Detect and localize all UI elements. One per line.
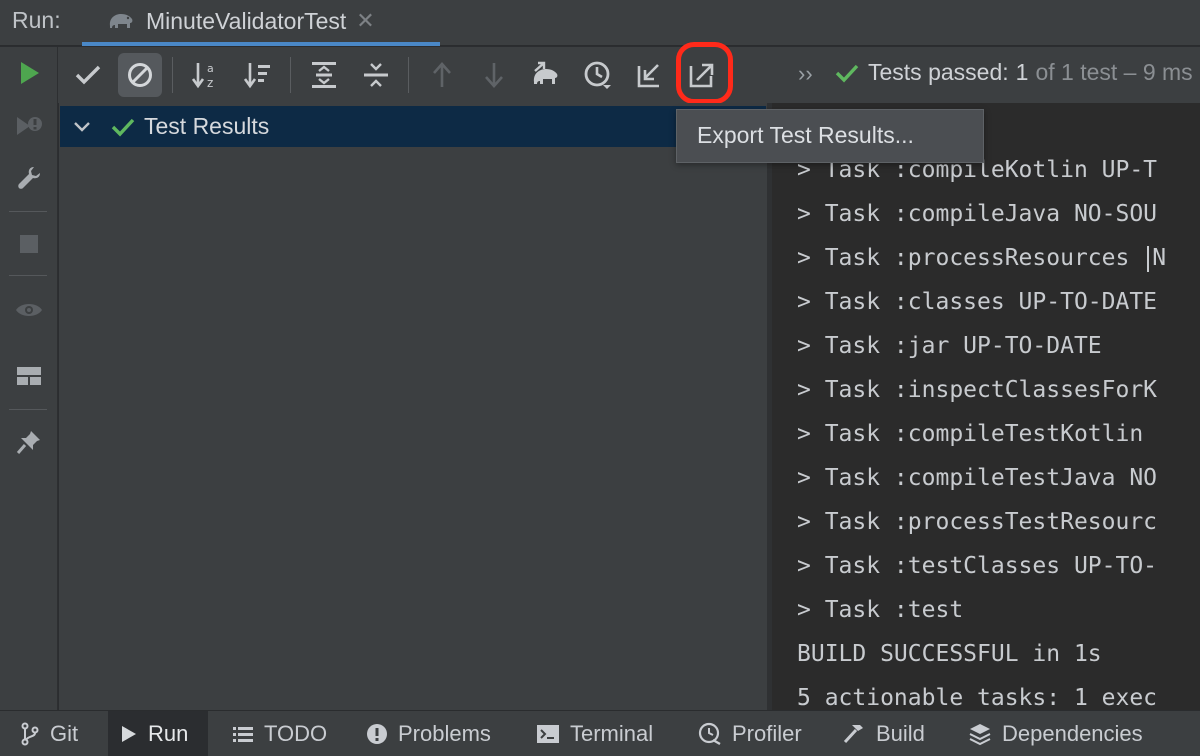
- tab-dependencies-label: Dependencies: [1002, 721, 1143, 746]
- tab-git[interactable]: Git: [8, 711, 90, 756]
- passed-check-icon: [110, 116, 136, 138]
- rerun-failed-icon[interactable]: [8, 105, 50, 147]
- sort-az-icon: az: [191, 60, 221, 90]
- svg-text:a: a: [207, 62, 214, 75]
- expand-all-icon: [310, 60, 338, 90]
- profiler-icon: [698, 722, 732, 746]
- close-icon[interactable]: ✕: [356, 8, 374, 34]
- export-test-results-tooltip: Export Test Results...: [676, 109, 984, 163]
- test-tree-panel: Test Results: [59, 103, 767, 710]
- tab-problems[interactable]: Problems: [354, 711, 503, 756]
- console-line: > Task :compileTestJava NO: [797, 465, 1158, 491]
- run-label: Run:: [12, 7, 61, 33]
- arrow-up-icon: [431, 61, 453, 89]
- tab-terminal-label: Terminal: [570, 721, 654, 746]
- previous-failed-button[interactable]: [420, 53, 464, 97]
- clock-icon: [582, 59, 614, 91]
- arrow-down-icon: [483, 61, 505, 89]
- run-tab-minute-validator-test[interactable]: MinuteValidatorTest ✕: [82, 0, 440, 46]
- wrench-icon[interactable]: [8, 157, 50, 199]
- tab-build-label: Build: [876, 721, 925, 746]
- sort-duration-icon: [243, 60, 273, 90]
- import-gradle-results-button[interactable]: [524, 53, 568, 97]
- test-runner-toolbar: az ›› Tests passed: 1 of 1 test – 9 ms: [58, 47, 1200, 103]
- pin-icon[interactable]: [8, 421, 50, 463]
- sort-by-duration-button[interactable]: [236, 53, 280, 97]
- import-tests-button[interactable]: [628, 53, 672, 97]
- terminal-icon: [536, 724, 570, 744]
- run-icon: [120, 724, 148, 744]
- tab-git-label: Git: [50, 721, 79, 746]
- collapse-all-button[interactable]: [354, 53, 398, 97]
- test-status-summary: Tests passed: 1 of 1 test – 9 ms: [834, 59, 1193, 86]
- tab-todo-label: TODO: [264, 721, 328, 746]
- tab-problems-label: Problems: [398, 721, 491, 746]
- show-passed-button[interactable]: [66, 53, 110, 97]
- console-line: 5 actionable tasks: 1 exec: [797, 685, 1158, 710]
- console-line: > Task :jar UP-TO-DATE: [797, 333, 1102, 359]
- rerun-icon[interactable]: [8, 52, 50, 94]
- tab-profiler-label: Profiler: [732, 721, 802, 746]
- run-tab-bar: Run: MinuteValidatorTest ✕: [0, 0, 1200, 46]
- tool-window-bar: Git Run TODO Problems Terminal Profiler …: [0, 710, 1200, 756]
- svg-text:z: z: [207, 76, 213, 90]
- tests-passed-detail: of 1 test – 9 ms: [1035, 59, 1193, 85]
- console-line: > Task :classes UP-TO-DATE: [797, 289, 1158, 315]
- console-output[interactable]: > Task :compileKotlin UP-T > Task :compi…: [772, 103, 1200, 710]
- run-left-toolbar: [0, 47, 58, 710]
- gradle-elephant-icon: [106, 9, 136, 33]
- tests-passed-label: Tests passed:: [868, 59, 1009, 85]
- expand-all-button[interactable]: [302, 53, 346, 97]
- hammer-icon: [842, 722, 876, 746]
- tree-label-test-results: Test Results: [144, 113, 270, 139]
- tab-terminal[interactable]: Terminal: [524, 711, 665, 756]
- import-icon: [636, 61, 664, 89]
- test-history-button[interactable]: [576, 53, 620, 97]
- tab-profiler[interactable]: Profiler: [686, 711, 814, 756]
- check-icon: [74, 64, 102, 86]
- console-line: > Task :compileJava NO-SOU: [797, 201, 1158, 227]
- list-icon: [232, 725, 264, 743]
- console-line: > Task :inspectClassesForK: [797, 377, 1158, 403]
- highlight-ring: [676, 42, 733, 104]
- tab-todo[interactable]: TODO: [220, 711, 339, 756]
- console-line: > Task :processResources N: [797, 245, 1167, 272]
- show-ignored-button[interactable]: [118, 53, 162, 97]
- tab-run[interactable]: Run: [108, 711, 208, 756]
- layers-icon: [968, 722, 1002, 746]
- console-line: > Task :processTestResourc: [797, 509, 1158, 535]
- more-actions-chevron[interactable]: ››: [798, 61, 813, 87]
- git-branch-icon: [20, 722, 50, 746]
- tab-dependencies[interactable]: Dependencies: [956, 711, 1155, 756]
- tests-passed-count: 1: [1015, 59, 1029, 85]
- no-entry-icon: [126, 61, 154, 89]
- console-line: > Task :compileTestKotlin: [797, 421, 1158, 447]
- eye-icon[interactable]: [8, 289, 50, 331]
- elephant-arrow-icon: [530, 61, 562, 89]
- pass-check-icon: [834, 62, 860, 84]
- tree-row-test-results[interactable]: Test Results: [60, 106, 766, 147]
- next-failed-button[interactable]: [472, 53, 516, 97]
- text-caret: [1147, 245, 1150, 272]
- stop-icon[interactable]: [8, 223, 50, 265]
- problems-icon: [366, 723, 398, 745]
- tab-build[interactable]: Build: [830, 711, 937, 756]
- layout-icon[interactable]: [8, 355, 50, 397]
- console-line: > Task :testClasses UP-TO-: [797, 553, 1158, 579]
- console-line: BUILD SUCCESSFUL in 1s: [797, 641, 1102, 667]
- chevron-down-icon[interactable]: [72, 120, 94, 134]
- tab-run-label: Run: [148, 721, 189, 746]
- run-tab-title: MinuteValidatorTest: [146, 7, 347, 34]
- collapse-all-icon: [362, 60, 390, 90]
- sort-alphabetically-button[interactable]: az: [184, 53, 228, 97]
- console-line: > Task :test: [797, 597, 964, 623]
